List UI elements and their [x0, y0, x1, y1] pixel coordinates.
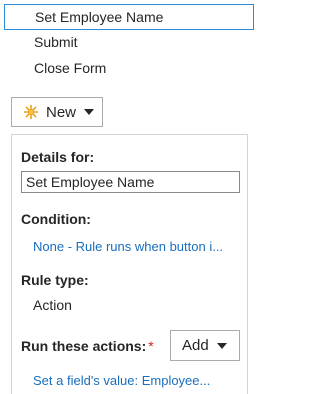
actions-heading: Run these actions: *	[21, 338, 154, 354]
rule-details-panel: Details for: Condition: None - Rule runs…	[11, 134, 248, 394]
details-heading: Details for:	[21, 149, 95, 165]
chevron-down-icon	[84, 109, 95, 115]
rule-item-submit[interactable]: Submit	[4, 30, 254, 56]
condition-link[interactable]: None - Rule runs when button i...	[33, 239, 223, 254]
rule-type-value: Action	[33, 297, 72, 313]
rule-item-label: Set Employee Name	[35, 9, 164, 25]
new-rule-button[interactable]: New	[11, 97, 103, 127]
rule-name-input[interactable]	[21, 171, 240, 193]
new-star-icon	[23, 104, 39, 120]
add-button-label: Add	[182, 337, 209, 354]
rule-item-label: Submit	[34, 34, 78, 50]
rule-item-set-employee-name[interactable]: Set Employee Name	[4, 4, 254, 30]
rule-type-heading: Rule type:	[21, 272, 89, 288]
new-button-label: New	[46, 103, 77, 121]
rule-item-close-form[interactable]: Close Form	[4, 56, 254, 82]
rule-item-label: Close Form	[34, 60, 107, 76]
add-action-button[interactable]: Add	[170, 330, 240, 361]
actions-heading-label: Run these actions:	[21, 338, 147, 354]
action-link[interactable]: Set a field's value: Employee...	[33, 373, 210, 388]
chevron-down-icon	[216, 342, 227, 349]
required-marker: *	[148, 338, 154, 354]
rule-list: Set Employee Name Submit Close Form	[4, 4, 254, 82]
condition-heading: Condition:	[21, 211, 91, 227]
